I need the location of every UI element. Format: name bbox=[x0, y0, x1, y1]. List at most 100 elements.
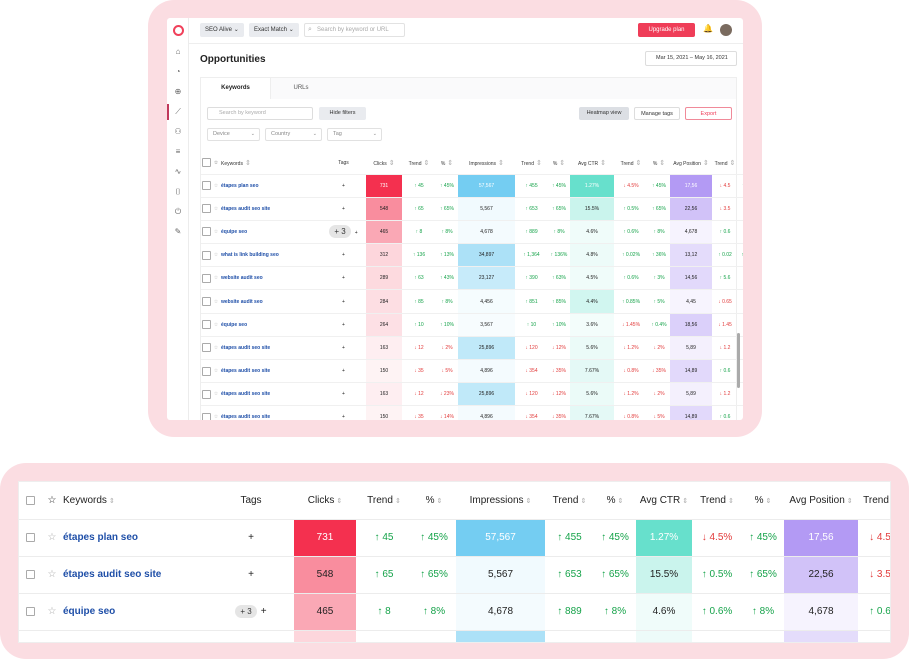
select-all-checkbox[interactable] bbox=[201, 152, 211, 175]
table-row[interactable]: ☆ équipe seo +264 ↑ 10 ↑ 10% 3,567 ↑ 10 ↑ 10% 3.… bbox=[201, 313, 743, 337]
sort-icon[interactable]: ⇕ bbox=[618, 498, 624, 505]
keyword-link[interactable]: étapes plan seo bbox=[63, 519, 208, 557]
sort-icon[interactable]: ⇕ bbox=[703, 160, 709, 167]
add-tag-button[interactable]: + bbox=[342, 414, 345, 420]
column-header[interactable]: Keywords ⇕ bbox=[221, 152, 321, 175]
sort-icon[interactable]: ⇕ bbox=[636, 160, 642, 167]
country-filter[interactable]: Country ⌄ bbox=[265, 128, 322, 141]
column-header[interactable]: Trend⇕ bbox=[614, 152, 648, 175]
date-range-picker[interactable]: Mar 15, 2021 – May 16, 2021 bbox=[645, 51, 737, 66]
checkbox[interactable] bbox=[201, 366, 211, 376]
manage-tags-button[interactable]: Manage tags bbox=[634, 107, 680, 120]
star-icon[interactable]: ☆ bbox=[211, 336, 221, 361]
add-tag-button[interactable]: + bbox=[342, 206, 345, 212]
checkbox[interactable] bbox=[201, 250, 211, 260]
sort-icon[interactable]: ⇕ bbox=[437, 498, 443, 505]
trend-icon[interactable]: ∿ bbox=[172, 166, 184, 178]
upgrade-button[interactable]: Upgrade plan bbox=[638, 23, 695, 37]
column-header[interactable]: %⇕ bbox=[436, 152, 458, 175]
add-tag-button[interactable]: + bbox=[342, 299, 345, 305]
column-header[interactable]: Trend⇕ bbox=[515, 152, 548, 175]
keyword-link[interactable] bbox=[63, 630, 208, 642]
table-row[interactable]: ☆ équipe seo + 3 +465 ↑ 8 ↑ 8% 4,678 ↑ 889 ↑ 8% 4… bbox=[19, 593, 890, 631]
tag-count-badge[interactable]: + 3 bbox=[235, 605, 257, 618]
sort-icon[interactable]: ⇕ bbox=[730, 160, 736, 167]
star-icon[interactable]: ☆ bbox=[211, 197, 221, 221]
tags-cell[interactable]: + bbox=[321, 174, 366, 198]
checkbox[interactable] bbox=[201, 181, 211, 191]
home-icon[interactable]: ⌂ bbox=[172, 46, 184, 58]
tags-cell[interactable]: + bbox=[321, 243, 366, 268]
edit-icon[interactable]: ✎ bbox=[172, 226, 184, 238]
row-checkbox[interactable] bbox=[19, 593, 41, 631]
column-header[interactable]: %⇕ bbox=[742, 482, 784, 520]
dashboard-icon[interactable]: ◔ bbox=[172, 66, 184, 78]
keyword-link[interactable]: étapes audit seo site bbox=[221, 382, 321, 407]
add-tag-button[interactable]: + bbox=[248, 569, 254, 580]
keyword-link[interactable]: étapes audit seo site bbox=[221, 405, 321, 420]
tags-cell[interactable]: + bbox=[321, 359, 366, 384]
star-icon[interactable]: ☆ bbox=[211, 382, 221, 407]
sort-icon[interactable]: ⇕ bbox=[659, 160, 665, 167]
checkbox[interactable] bbox=[25, 606, 35, 616]
row-checkbox[interactable] bbox=[201, 405, 211, 420]
checkbox[interactable] bbox=[201, 343, 211, 353]
column-header[interactable]: Trend⇕ bbox=[545, 482, 594, 520]
checkbox[interactable] bbox=[201, 389, 211, 399]
keyword-link[interactable]: étapes audit seo site bbox=[221, 359, 321, 384]
checkbox[interactable] bbox=[201, 227, 211, 237]
keyword-link[interactable]: équipe seo bbox=[221, 220, 321, 245]
users-icon[interactable]: ⚇ bbox=[172, 126, 184, 138]
keyword-search-input[interactable]: Search by keyword bbox=[207, 107, 313, 120]
row-checkbox[interactable] bbox=[19, 519, 41, 557]
sort-icon[interactable]: ⇕ bbox=[395, 498, 401, 505]
sort-icon[interactable]: ⇕ bbox=[682, 498, 688, 505]
star-icon[interactable]: ☆ bbox=[211, 220, 221, 245]
tags-cell[interactable]: + bbox=[321, 313, 366, 337]
tag-filter[interactable]: Tag ⌄ bbox=[327, 128, 382, 141]
column-header[interactable]: Avg CTR ⇕ bbox=[636, 482, 692, 520]
export-button[interactable]: Export bbox=[685, 107, 732, 120]
star-icon[interactable]: ☆ bbox=[211, 289, 221, 314]
add-tag-button[interactable]: + bbox=[342, 275, 345, 281]
column-header[interactable]: %⇕ bbox=[648, 152, 670, 175]
add-tag-button[interactable]: + bbox=[342, 252, 345, 258]
sort-icon[interactable]: ⇕ bbox=[109, 498, 115, 505]
star-all-icon[interactable]: ☆ bbox=[211, 152, 221, 175]
bell-icon[interactable]: 🔔 bbox=[703, 24, 713, 33]
star-icon[interactable]: ☆ bbox=[211, 359, 221, 384]
sort-icon[interactable]: ⇕ bbox=[847, 498, 853, 505]
add-tag-button[interactable]: + bbox=[342, 322, 345, 328]
star-icon[interactable]: ☆ bbox=[211, 405, 221, 420]
column-header[interactable]: %⇕ bbox=[738, 152, 743, 175]
star-icon[interactable]: ☆ bbox=[211, 266, 221, 291]
add-tag-button[interactable]: + bbox=[342, 345, 345, 351]
table-row[interactable]: ☆ what is link building seo +312 ↑ 136 ↑ 13%… bbox=[201, 243, 743, 268]
add-tag-button[interactable]: + bbox=[261, 606, 267, 617]
table-row[interactable]: ☆ étapes plan seo +731 ↑ 45 ↑ 45% 57,567 ↑ 455… bbox=[201, 174, 743, 198]
row-checkbox[interactable] bbox=[201, 382, 211, 407]
heatmap-view-button[interactable]: Heatmap view bbox=[579, 107, 629, 120]
column-header[interactable]: Keywords ⇕ bbox=[63, 482, 208, 520]
keyword-link[interactable]: étapes audit seo site bbox=[221, 197, 321, 221]
checkbox[interactable] bbox=[201, 412, 211, 420]
table-scrollbar[interactable] bbox=[737, 333, 740, 388]
checkbox[interactable] bbox=[201, 204, 211, 214]
column-header[interactable]: Trend⇕ bbox=[402, 152, 436, 175]
table-row[interactable]: ☆ étapes audit seo site +150 ↓ 35 ↓ 14% 4,896… bbox=[201, 405, 743, 420]
column-header[interactable]: Impressions ⇕ bbox=[456, 482, 545, 520]
sort-icon[interactable]: ⇕ bbox=[559, 160, 565, 167]
tags-cell[interactable] bbox=[208, 630, 294, 642]
star-icon[interactable] bbox=[41, 630, 63, 642]
sort-icon[interactable]: ⇕ bbox=[580, 498, 586, 505]
star-icon[interactable]: ☆ bbox=[211, 243, 221, 268]
table-row[interactable]: ☆ étapes audit seo site +150 ↓ 35 ↓ 5% 4,896 ↓… bbox=[201, 359, 743, 384]
table-row[interactable]: ☆ équipe seo + 3 +465 ↑ 8 ↑ 8% 4,678 ↑ 889 ↑ 8% 4… bbox=[201, 220, 743, 245]
checkbox[interactable] bbox=[201, 320, 211, 330]
row-checkbox[interactable] bbox=[201, 313, 211, 337]
star-icon[interactable]: ☆ bbox=[41, 556, 63, 594]
column-header[interactable]: %⇕ bbox=[594, 482, 636, 520]
table-row[interactable]: ☆ website audit seo +284 ↑ 85 ↑ 8% 4,456 ↑ 851… bbox=[201, 289, 743, 314]
tags-cell[interactable]: + bbox=[321, 266, 366, 291]
chart-icon[interactable]: ⟋ bbox=[172, 106, 184, 118]
